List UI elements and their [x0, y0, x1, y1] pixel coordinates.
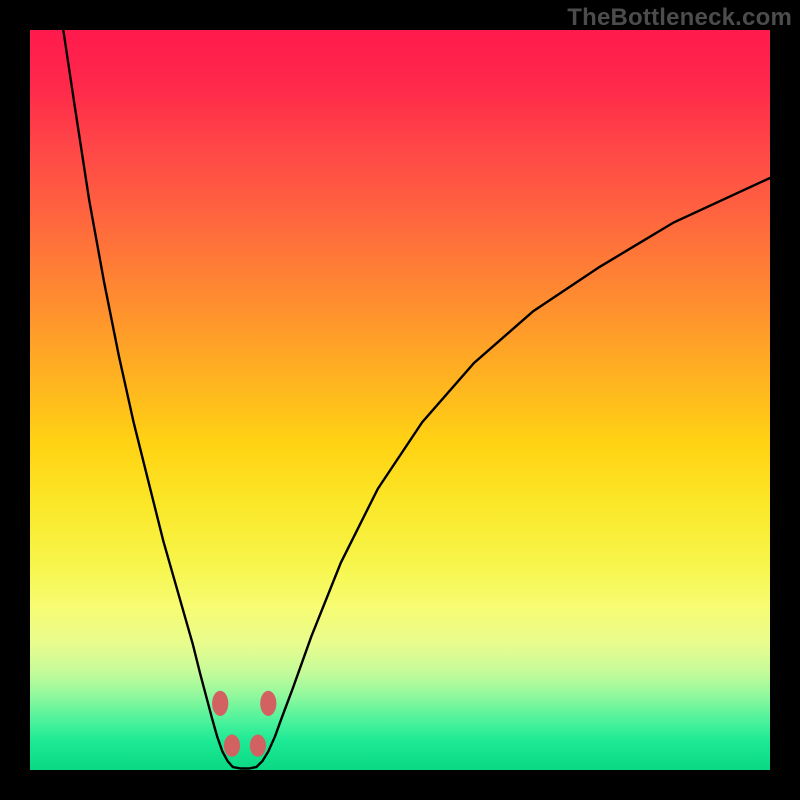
attribution-label: TheBottleneck.com — [567, 4, 792, 32]
gradient-plot-area — [30, 30, 770, 770]
